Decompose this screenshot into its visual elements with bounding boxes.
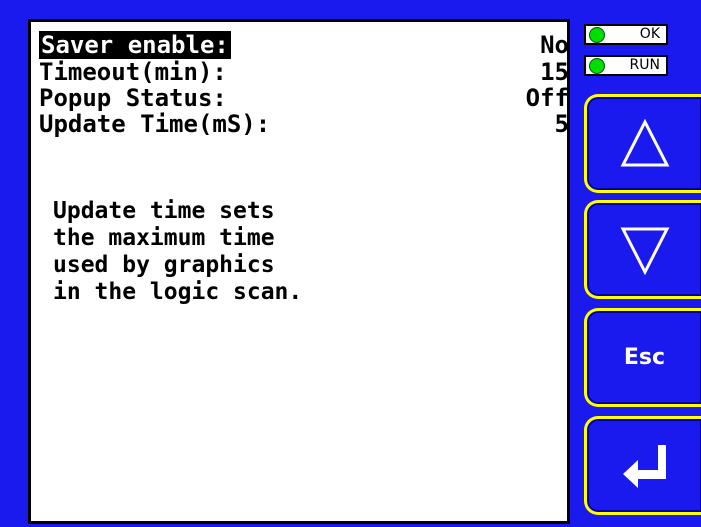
- setting-row-popup-status[interactable]: Popup Status: Off: [39, 84, 569, 112]
- help-line: the maximum time: [53, 225, 275, 251]
- help-line: Update time sets: [53, 198, 275, 224]
- up-triangle-icon: [620, 119, 670, 167]
- help-text: Update time sets the maximum time used b…: [53, 198, 302, 306]
- settings-screen: Saver enable: No Timeout(min): 15 Popup …: [28, 19, 570, 524]
- setting-label: Saver enable:: [39, 31, 231, 59]
- setting-value: 15: [540, 58, 569, 86]
- hmi-panel: Saver enable: No Timeout(min): 15 Popup …: [0, 0, 701, 527]
- setting-value: No: [540, 31, 569, 59]
- setting-row-saver-enable[interactable]: Saver enable: No: [39, 31, 569, 59]
- setting-value: Off: [525, 84, 569, 112]
- setting-label: Timeout(min):: [39, 58, 227, 86]
- help-line: used by graphics: [53, 252, 275, 278]
- down-arrow-button[interactable]: [584, 200, 701, 299]
- help-line: in the logic scan.: [53, 279, 303, 305]
- ok-status-indicator: OK: [584, 24, 668, 45]
- run-status-label: RUN: [629, 57, 660, 73]
- setting-row-timeout[interactable]: Timeout(min): 15: [39, 58, 569, 86]
- ok-led-icon: [589, 27, 605, 43]
- enter-button[interactable]: [584, 416, 701, 515]
- esc-button[interactable]: Esc: [584, 308, 701, 407]
- esc-label: Esc: [623, 345, 666, 370]
- run-led-icon: [589, 58, 605, 74]
- ok-status-label: OK: [639, 26, 660, 42]
- run-status-indicator: RUN: [584, 55, 668, 76]
- setting-row-update-time[interactable]: Update Time(mS): 5: [39, 110, 569, 138]
- up-arrow-button[interactable]: [584, 94, 701, 193]
- enter-return-icon: [623, 445, 666, 488]
- setting-label: Popup Status:: [39, 84, 227, 112]
- down-triangle-icon: [620, 227, 670, 275]
- setting-label: Update Time(mS):: [39, 110, 271, 138]
- setting-value: 5: [554, 110, 569, 138]
